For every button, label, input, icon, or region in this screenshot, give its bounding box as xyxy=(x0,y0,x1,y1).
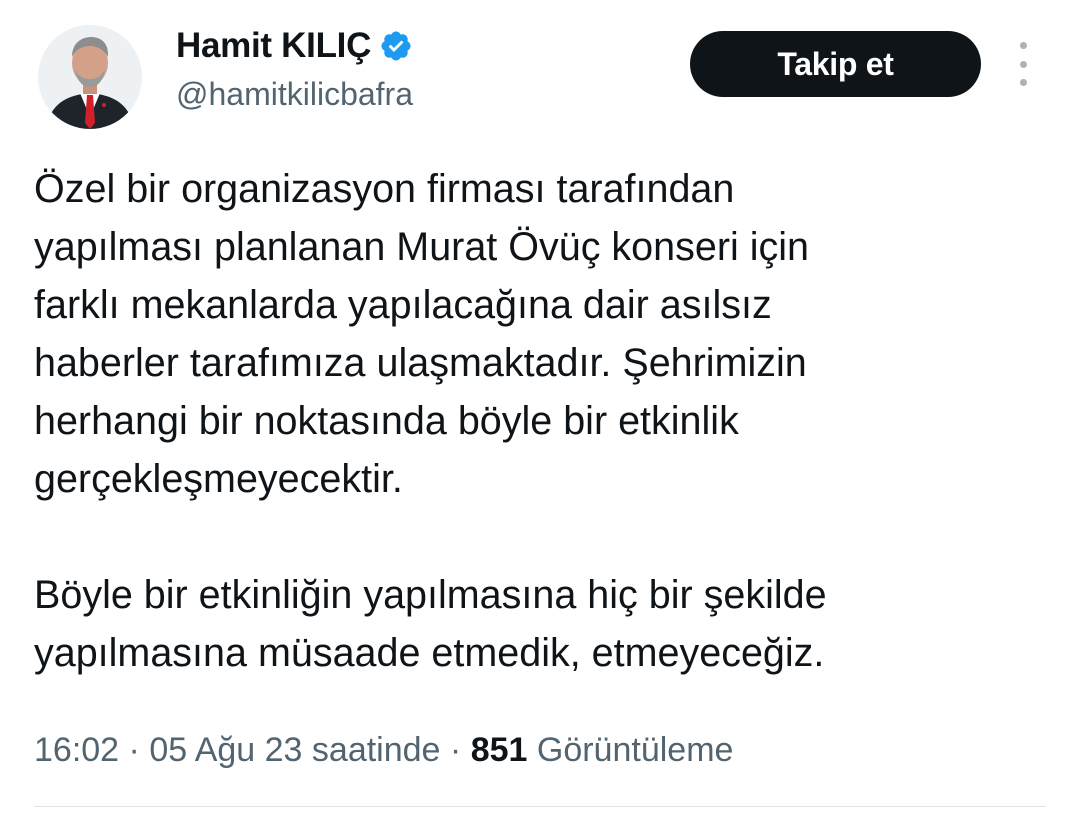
author-handle[interactable]: @hamitkilicbafra xyxy=(176,76,413,113)
more-options-icon[interactable] xyxy=(1008,42,1038,86)
views-label: Görüntüleme xyxy=(536,731,734,769)
avatar[interactable] xyxy=(38,25,142,129)
display-name[interactable]: Hamit KILIÇ xyxy=(176,26,371,66)
meta-separator: · xyxy=(119,731,150,769)
more-dot xyxy=(1019,42,1027,49)
follow-button[interactable]: Takip et xyxy=(690,31,981,97)
tweet-meta: 16:02 · 05 Ağu 23 saatinde · 851 Görüntü… xyxy=(34,731,733,770)
author-name-row: Hamit KILIÇ xyxy=(176,26,413,66)
profile-photo-icon xyxy=(38,25,142,129)
verified-badge-icon[interactable] xyxy=(379,29,413,63)
tweet-paragraph: Böyle bir etkinliğin yapılmasına hiç bir… xyxy=(34,573,827,675)
tweet-card: Hamit KILIÇ @hamitkilicbafra Takip et Öz… xyxy=(0,0,1080,822)
tweet-time[interactable]: 16:02 xyxy=(34,731,119,769)
meta-separator: · xyxy=(440,731,471,769)
views-count: 851 xyxy=(470,731,528,769)
tweet-date[interactable]: 05 Ağu 23 saatinde xyxy=(149,731,440,769)
tweet-paragraph: Özel bir organizasyon firması tarafından… xyxy=(34,167,809,501)
more-dot xyxy=(1019,60,1027,68)
divider xyxy=(34,806,1046,807)
tweet-text: Özel bir organizasyon firması tarafından… xyxy=(34,160,1054,682)
more-dot xyxy=(1019,79,1027,86)
